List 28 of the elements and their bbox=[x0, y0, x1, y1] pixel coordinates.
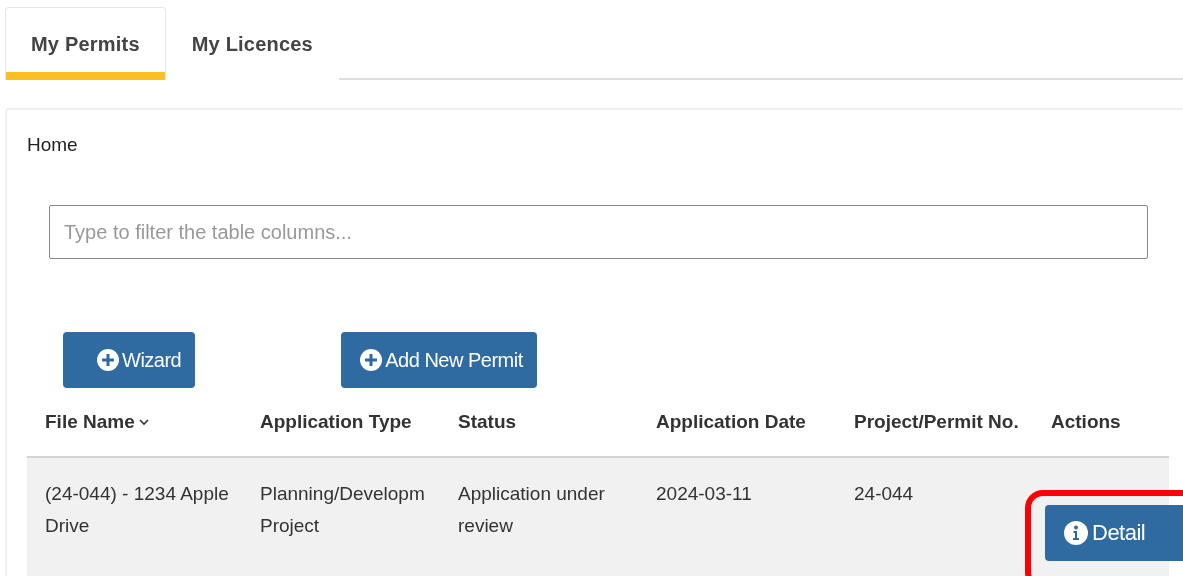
add-permit-button[interactable]: Add New Permit bbox=[341, 332, 537, 388]
plus-circle-icon bbox=[97, 349, 119, 371]
table-cell-text: (24-044) - 1234 Apple Drive bbox=[45, 482, 230, 538]
filter-field[interactable]: Type to filter the table columns... bbox=[49, 205, 1148, 259]
tab[interactable]: My Permits bbox=[5, 7, 166, 80]
column-header[interactable]: Project/Permit No. bbox=[854, 411, 1051, 433]
column-header[interactable]: Application Type bbox=[260, 411, 458, 433]
tab[interactable]: My Licences bbox=[165, 7, 339, 80]
column-header[interactable]: Application Date bbox=[656, 411, 854, 433]
breadcrumb[interactable]: Home bbox=[27, 134, 1183, 156]
wizard-button[interactable]: Wizard bbox=[63, 332, 196, 388]
table-cell-text: Application under review bbox=[458, 482, 606, 538]
info-icon bbox=[1064, 521, 1088, 545]
column-title: Status bbox=[458, 411, 517, 433]
column-title: Application Date bbox=[656, 411, 806, 433]
table-cell-text: 24-044 bbox=[854, 482, 915, 506]
column-header[interactable]: Actions bbox=[1051, 411, 1169, 433]
table-cell-text: 2024-03-11 bbox=[656, 482, 753, 506]
plus-circle-icon bbox=[360, 349, 383, 371]
column-title: Project/Permit No. bbox=[854, 411, 1019, 433]
column-title: File Name bbox=[45, 411, 135, 433]
column-title: Actions bbox=[1051, 411, 1121, 433]
chevron-down-icon bbox=[138, 418, 149, 426]
column-header[interactable]: File Name bbox=[45, 411, 260, 433]
column-header[interactable]: Status bbox=[458, 411, 656, 433]
table-cell-text: Planning/Developm Project bbox=[260, 482, 426, 538]
detail-button[interactable]: Detail bbox=[1045, 505, 1183, 561]
column-title: Application Type bbox=[260, 411, 412, 433]
